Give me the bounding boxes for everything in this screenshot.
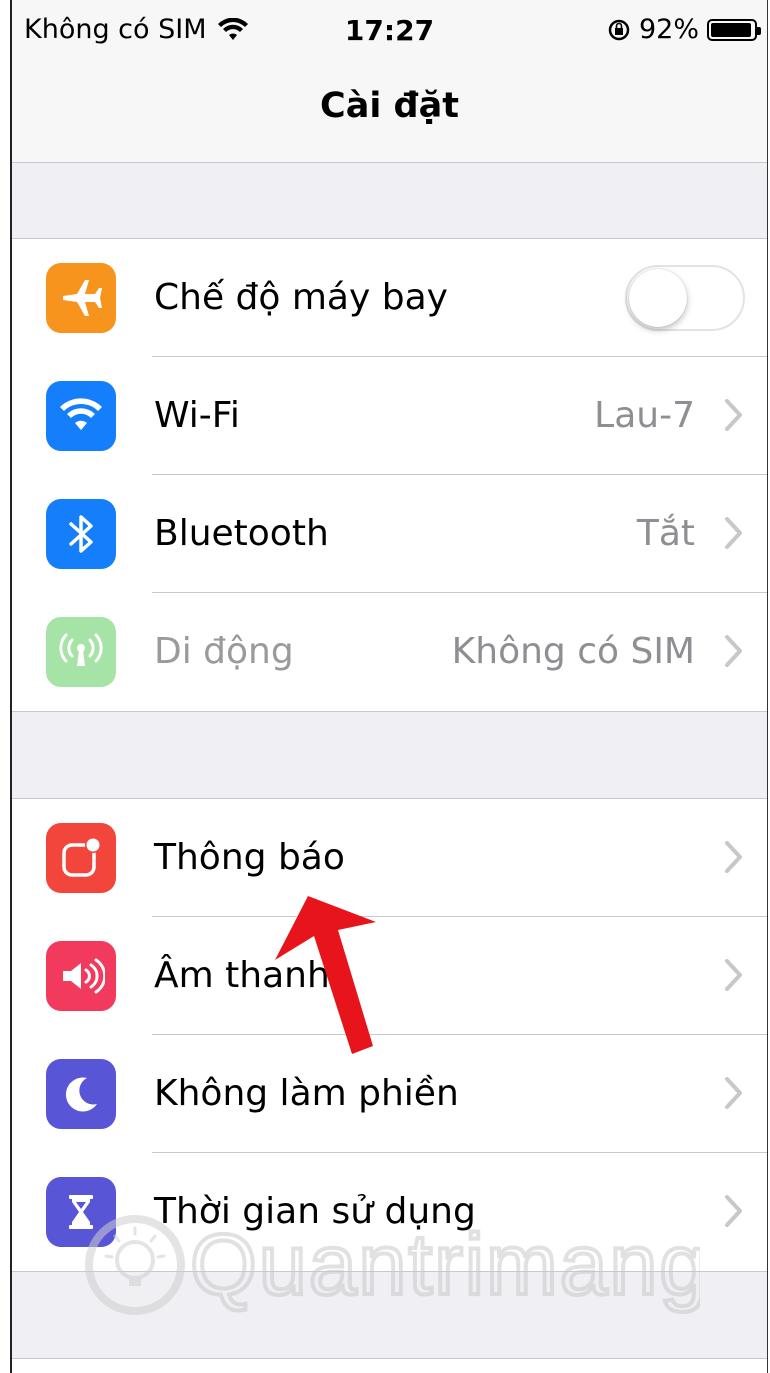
airplane-icon	[46, 263, 116, 333]
chevron-right-icon	[725, 399, 742, 431]
settings-row-notifications[interactable]: Thông báo	[12, 799, 767, 917]
settings-screen: Không có SIM 17:27 92% Cài đặt Chế độ má…	[10, 0, 768, 1373]
wifi-icon	[46, 381, 116, 451]
settings-row-screen-time[interactable]: Thời gian sử dụng	[12, 1153, 767, 1271]
settings-row-label: Thời gian sử dụng	[154, 1191, 476, 1232]
battery-percent: 92%	[638, 14, 699, 45]
settings-row-wifi[interactable]: Wi-Fi Lau-7	[12, 357, 767, 475]
chevron-right-icon	[725, 1195, 742, 1227]
settings-row-label: Âm thanh	[154, 955, 330, 996]
settings-row-do-not-disturb[interactable]: Không làm phiền	[12, 1035, 767, 1153]
status-bar: Không có SIM 17:27 92%	[12, 0, 767, 62]
bluetooth-icon	[46, 499, 116, 569]
settings-group-notifications: Thông báo Âm thanh Không làm phiền Thời …	[12, 798, 767, 1272]
navigation-bar: Cài đặt	[12, 62, 767, 163]
settings-row-label: Di động	[154, 631, 294, 672]
settings-row-bluetooth[interactable]: Bluetooth Tắt	[12, 475, 767, 593]
notifications-icon	[46, 823, 116, 893]
page-title: Cài đặt	[320, 86, 459, 126]
settings-row-label: Wi-Fi	[154, 395, 240, 436]
chevron-right-icon	[725, 635, 742, 667]
settings-group-partial	[12, 1358, 767, 1373]
wifi-network-value: Lau-7	[594, 395, 695, 436]
rotation-lock-icon	[608, 19, 630, 40]
settings-row-sounds[interactable]: Âm thanh	[12, 917, 767, 1035]
settings-row-airplane-mode[interactable]: Chế độ máy bay	[12, 239, 767, 357]
battery-icon	[707, 18, 761, 41]
cellular-icon	[46, 617, 116, 687]
settings-row-label: Chế độ máy bay	[154, 277, 448, 318]
settings-row-label: Bluetooth	[154, 513, 329, 554]
settings-row-label: Không làm phiền	[154, 1073, 459, 1114]
chevron-right-icon	[725, 517, 742, 549]
settings-group-connectivity: Chế độ máy bay Wi-Fi Lau-7 Bluetooth Tắt…	[12, 238, 767, 712]
airplane-mode-toggle[interactable]	[625, 265, 745, 331]
cellular-status-value: Không có SIM	[451, 631, 695, 672]
bluetooth-status-value: Tắt	[636, 513, 695, 554]
settings-row-label: Thông báo	[154, 837, 345, 878]
sound-icon	[46, 941, 116, 1011]
chevron-right-icon	[725, 841, 742, 873]
settings-row-cellular[interactable]: Di động Không có SIM	[12, 593, 767, 711]
hourglass-icon	[46, 1177, 116, 1247]
moon-icon	[46, 1059, 116, 1129]
chevron-right-icon	[725, 959, 742, 991]
chevron-right-icon	[725, 1077, 742, 1109]
